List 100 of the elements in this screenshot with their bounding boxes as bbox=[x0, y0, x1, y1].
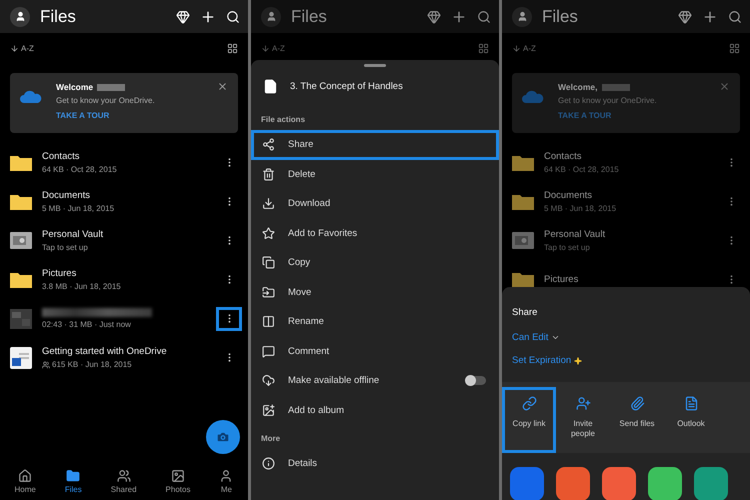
folder-icon bbox=[512, 154, 534, 171]
action-item[interactable]: Delete bbox=[251, 160, 499, 189]
share-option[interactable]: Send files bbox=[610, 387, 664, 453]
action-item[interactable]: Download bbox=[251, 189, 499, 218]
people-icon bbox=[116, 468, 131, 482]
diamond-icon[interactable] bbox=[176, 10, 190, 24]
action-item[interactable]: Make available offline bbox=[251, 366, 499, 396]
section-heading: More bbox=[260, 433, 282, 445]
tour-link[interactable]: TAKE A TOUR bbox=[56, 111, 155, 120]
offline-switch[interactable] bbox=[466, 376, 486, 386]
camera-icon bbox=[216, 430, 230, 444]
folder-icon bbox=[10, 193, 32, 210]
file-row[interactable]: Contacts 64 KB · Oct 28, 2015 bbox=[502, 143, 750, 182]
app-icon[interactable] bbox=[510, 467, 544, 500]
search-icon[interactable] bbox=[477, 10, 491, 24]
share-option[interactable]: Invite people bbox=[556, 387, 610, 453]
file-name: Getting started with OneDrive bbox=[42, 346, 168, 357]
action-item[interactable]: Comment bbox=[251, 336, 499, 366]
share-option[interactable]: Copy link bbox=[502, 387, 556, 453]
welcome-subtitle: Get to know your OneDrive. bbox=[558, 96, 657, 105]
file-name: Pictures bbox=[544, 274, 580, 285]
album-add-icon bbox=[262, 404, 275, 417]
share-icon bbox=[262, 138, 275, 152]
action-item[interactable]: Rename bbox=[251, 307, 499, 336]
sheet-title: Share bbox=[511, 306, 538, 320]
app-icon[interactable] bbox=[648, 467, 682, 500]
file-row[interactable]: Getting started with OneDrive 615 KB · Jun 18, 2015 bbox=[0, 338, 248, 377]
file-row[interactable]: Pictures 3.8 MB · Jun 18, 2015 bbox=[0, 260, 248, 299]
welcome-title: Welcome, bbox=[558, 82, 657, 92]
action-item[interactable]: Move bbox=[251, 278, 499, 307]
sparkle-icon bbox=[574, 356, 582, 364]
file-name: Documents bbox=[42, 190, 92, 201]
screen-title: Files bbox=[40, 6, 77, 26]
star-icon bbox=[262, 226, 275, 240]
file-row[interactable]: Personal Vault Tap to set up bbox=[0, 221, 248, 260]
file-row[interactable]: 02:43 · 31 MB · Just now bbox=[0, 299, 248, 338]
file-details: 615 KB · Jun 18, 2015 bbox=[42, 360, 206, 369]
app-icon[interactable] bbox=[556, 467, 590, 500]
image-icon bbox=[170, 468, 185, 482]
arrow-down-icon bbox=[512, 44, 521, 52]
avatar-icon[interactable] bbox=[512, 6, 532, 26]
home-icon bbox=[18, 468, 32, 482]
cloud-icon bbox=[522, 90, 544, 103]
plus-icon[interactable] bbox=[200, 8, 216, 24]
comment-icon bbox=[262, 344, 275, 358]
welcome-subtitle: Get to know your OneDrive. bbox=[56, 96, 155, 105]
app-icon[interactable] bbox=[694, 467, 728, 500]
search-icon[interactable] bbox=[728, 10, 742, 24]
folder-icon bbox=[512, 193, 534, 210]
cloud-download-icon bbox=[262, 374, 275, 388]
file-name: Documents bbox=[544, 190, 594, 201]
file-row[interactable]: Contacts 64 KB · Oct 28, 2015 bbox=[0, 143, 248, 182]
avatar-icon[interactable] bbox=[10, 6, 30, 26]
nav-tab[interactable]: Shared bbox=[110, 468, 137, 494]
action-item[interactable]: Add to Favorites bbox=[251, 218, 499, 248]
search-icon[interactable] bbox=[226, 10, 240, 24]
expiration-link[interactable]: Set Expiration bbox=[502, 349, 750, 372]
sort-button[interactable]: A-Z bbox=[512, 44, 536, 52]
action-item[interactable]: Add to album bbox=[251, 396, 499, 425]
plus-icon[interactable] bbox=[702, 8, 718, 24]
paperclip-icon bbox=[630, 396, 644, 411]
folder-move-icon bbox=[262, 286, 275, 299]
download-icon bbox=[262, 197, 275, 210]
sort-button[interactable]: A-Z bbox=[10, 44, 34, 52]
share-option[interactable]: Outlook bbox=[664, 387, 718, 453]
grid-view-icon[interactable] bbox=[227, 42, 238, 54]
action-item[interactable]: Details bbox=[251, 449, 499, 478]
arrow-down-icon bbox=[261, 44, 270, 52]
nav-tab[interactable]: Photos bbox=[166, 468, 190, 494]
file-row[interactable]: Documents 5 MB · Jun 18, 2015 bbox=[0, 182, 248, 221]
app-icon[interactable] bbox=[602, 467, 636, 500]
avatar-icon[interactable] bbox=[261, 6, 281, 26]
diamond-icon[interactable] bbox=[678, 10, 692, 24]
file-details: 64 KB · Oct 28, 2015 bbox=[544, 165, 620, 174]
close-icon[interactable] bbox=[217, 81, 228, 92]
file-row[interactable]: Personal Vault Tap to set up bbox=[502, 221, 750, 260]
file-name: Contacts bbox=[544, 151, 582, 162]
plus-icon[interactable] bbox=[451, 8, 467, 24]
document-icon bbox=[10, 346, 32, 368]
permission-dropdown[interactable]: Can Edit bbox=[502, 326, 750, 349]
nav-tab[interactable]: Files bbox=[64, 468, 82, 494]
nav-tab[interactable]: Home bbox=[14, 468, 36, 494]
nav-tab[interactable]: Me bbox=[219, 468, 234, 494]
close-icon[interactable] bbox=[719, 81, 730, 92]
more-button[interactable] bbox=[216, 306, 242, 330]
action-item[interactable]: Share bbox=[251, 130, 499, 160]
chevron-down-icon bbox=[551, 333, 560, 342]
folder-icon bbox=[10, 154, 32, 171]
file-details: 64 KB · Oct 28, 2015 bbox=[42, 165, 118, 174]
section-heading: File actions bbox=[260, 114, 306, 126]
camera-button[interactable] bbox=[206, 420, 240, 454]
folder-icon bbox=[66, 468, 80, 482]
folder-icon bbox=[10, 271, 32, 288]
file-row[interactable]: Documents 5 MB · Jun 18, 2015 bbox=[502, 182, 750, 221]
arrow-down-icon bbox=[10, 44, 19, 52]
file-details: 5 MB · Jun 18, 2015 bbox=[544, 204, 618, 213]
action-item[interactable]: Copy bbox=[251, 248, 499, 278]
screen-title: Files bbox=[542, 6, 579, 26]
diamond-icon[interactable] bbox=[427, 10, 441, 24]
file-icon bbox=[263, 79, 278, 94]
